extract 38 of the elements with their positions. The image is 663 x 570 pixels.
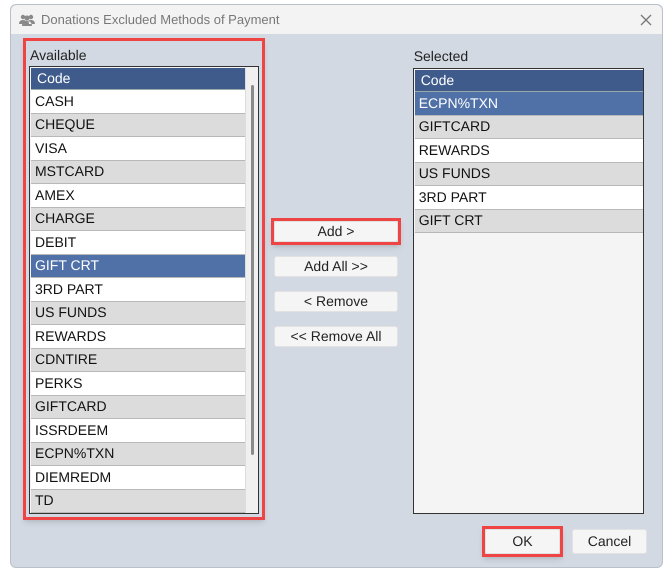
action-button[interactable]: Add > bbox=[274, 221, 398, 242]
list-row[interactable]: ECPN%TXN bbox=[414, 92, 643, 116]
list-row[interactable]: AMEX bbox=[31, 184, 246, 208]
list-row[interactable]: US FUNDS bbox=[414, 162, 643, 186]
list-row[interactable]: CASH bbox=[31, 90, 246, 114]
list-row[interactable]: MSTCARD bbox=[31, 160, 246, 184]
list-row[interactable]: DIEMREDM bbox=[31, 466, 246, 490]
list-row[interactable]: TD bbox=[31, 490, 246, 513]
action-button[interactable]: OK bbox=[485, 528, 560, 554]
list-row[interactable]: CHEQUE bbox=[31, 114, 246, 137]
list-row[interactable]: REWARDS bbox=[414, 139, 643, 162]
list-row[interactable]: DEBIT bbox=[31, 231, 246, 254]
list-row[interactable]: GIFT CRT bbox=[414, 210, 643, 233]
scrollbar[interactable] bbox=[245, 67, 258, 513]
list-row[interactable]: 3RD PART bbox=[414, 186, 643, 210]
list-row[interactable]: US FUNDS bbox=[31, 302, 246, 325]
list-row[interactable]: ISSRDEEM bbox=[31, 419, 246, 442]
action-button[interactable]: Add All >> bbox=[274, 256, 398, 277]
list-row[interactable]: GIFTCARD bbox=[414, 116, 643, 139]
list-row[interactable]: REWARDS bbox=[31, 325, 246, 348]
column-header[interactable]: Code bbox=[414, 70, 643, 92]
action-button[interactable]: Cancel bbox=[572, 528, 647, 554]
list-row[interactable]: 3RD PART bbox=[31, 278, 246, 302]
list-row[interactable]: GIFTCARD bbox=[31, 396, 246, 419]
list-row[interactable]: CDNTIRE bbox=[31, 348, 246, 372]
list-row[interactable]: ECPN%TXN bbox=[31, 442, 246, 466]
list-row[interactable]: CHARGE bbox=[31, 208, 246, 231]
list-row[interactable]: GIFT CRT bbox=[31, 254, 246, 278]
window-title: Donations Excluded Methods of Payment bbox=[41, 10, 280, 29]
list-row[interactable]: VISA bbox=[31, 137, 246, 160]
action-button[interactable]: << Remove All bbox=[274, 326, 398, 347]
list-row[interactable]: PERKS bbox=[31, 372, 246, 396]
list-label: Selected bbox=[412, 46, 470, 66]
list-label: Available bbox=[29, 46, 88, 64]
people-icon bbox=[19, 14, 35, 26]
column-header[interactable]: Code bbox=[31, 68, 246, 90]
close-icon[interactable] bbox=[640, 14, 652, 26]
action-button[interactable]: < Remove bbox=[274, 291, 398, 312]
